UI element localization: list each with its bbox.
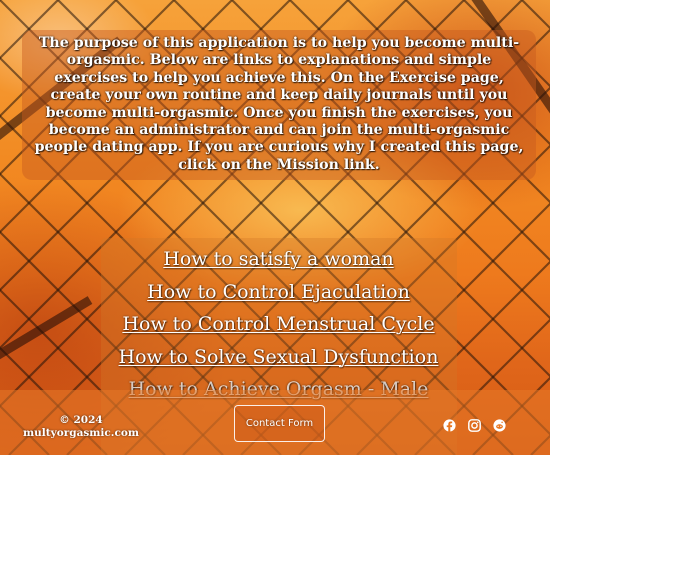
footer: © 2024 multyorgasmic.com Contact Form (0, 390, 550, 455)
topic-links-list: How to satisfy a woman How to Control Ej… (0, 248, 550, 411)
intro-text: The purpose of this application is to he… (34, 35, 524, 173)
link-control-menstrual-cycle[interactable]: How to Control Menstrual Cycle (122, 313, 434, 335)
intro-panel: The purpose of this application is to he… (22, 30, 536, 180)
list-item: How to Control Ejaculation (0, 281, 550, 314)
instagram-icon[interactable] (468, 419, 481, 432)
link-satisfy-a-woman[interactable]: How to satisfy a woman (163, 248, 393, 270)
facebook-icon[interactable] (443, 419, 456, 432)
social-links (443, 419, 506, 432)
copyright: © 2024 multyorgasmic.com (20, 414, 142, 440)
list-item: How to satisfy a woman (0, 248, 550, 281)
link-control-ejaculation[interactable]: How to Control Ejaculation (147, 281, 410, 303)
copyright-year: © 2024 (59, 414, 103, 426)
link-solve-sexual-dysfunction[interactable]: How to Solve Sexual Dysfunction (119, 346, 439, 368)
list-item: How to Solve Sexual Dysfunction (0, 346, 550, 379)
list-item: How to Control Menstrual Cycle (0, 313, 550, 346)
contact-form-button[interactable]: Contact Form (234, 405, 325, 442)
page-viewport: The purpose of this application is to he… (0, 0, 550, 455)
copyright-domain: multyorgasmic.com (23, 427, 139, 439)
reddit-icon[interactable] (493, 419, 506, 432)
